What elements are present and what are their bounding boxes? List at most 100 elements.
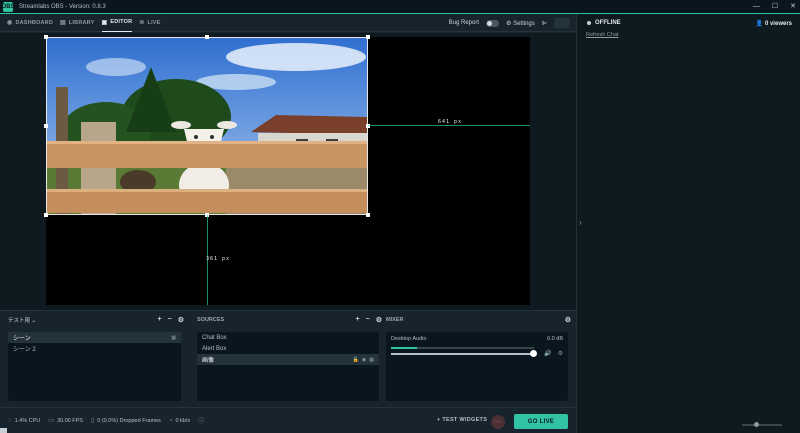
settings-button[interactable]: ⚙ Settings bbox=[506, 20, 535, 27]
stream-status-label: OFFLINE bbox=[595, 20, 621, 26]
bandwidth-stat: ◔ 0 kb/s bbox=[169, 418, 190, 424]
tab-library-label: LIBRARY bbox=[68, 19, 95, 26]
window-controls: — ☐ ✕ bbox=[753, 0, 796, 13]
layout-button[interactable] bbox=[554, 18, 570, 28]
tab-editor-label: EDITOR bbox=[110, 19, 133, 25]
chat-zoom-slider[interactable] bbox=[742, 422, 782, 427]
scene-collection-name: テスト用 bbox=[8, 318, 31, 324]
scene-item[interactable]: シーン ▦ bbox=[8, 332, 181, 343]
audio-settings-gear-icon[interactable]: ⚙ bbox=[558, 350, 563, 357]
bug-report-link[interactable]: Bug Report bbox=[449, 20, 479, 26]
volume-slider-knob[interactable] bbox=[530, 350, 537, 357]
mixer-dock: MIXER ⚙ Desktop Audio 0.0 dB 🔊 ⚙ bbox=[378, 311, 576, 408]
source-item[interactable]: Chat Box bbox=[197, 332, 379, 343]
cpu-stat: ◌ 1.4% CPU bbox=[8, 418, 40, 424]
volume-meter bbox=[391, 347, 534, 349]
scene-item[interactable]: シーン 2 bbox=[8, 343, 181, 354]
studio-mode-icon[interactable]: ⊫ bbox=[542, 20, 547, 27]
resize-handle-tc[interactable] bbox=[205, 35, 209, 39]
mixer-settings-gear-icon[interactable]: ⚙ bbox=[565, 316, 571, 324]
live-icon: ≋ bbox=[139, 20, 145, 26]
status-footer: ◌ 1.4% CPU ▭ 30.00 FPS ▯ 0 (0.0%) Dropped F… bbox=[0, 407, 576, 433]
window-title: Streamlabs OBS - Version: 0.8.3 bbox=[19, 3, 106, 10]
lock-icon[interactable]: 🔓 bbox=[353, 357, 359, 363]
resize-handle-tl[interactable] bbox=[44, 35, 48, 39]
editor-preview: 641 px 361 px bbox=[0, 33, 576, 310]
speedometer-icon: ◔ bbox=[168, 417, 173, 424]
test-widgets-button[interactable]: + TEST WIDGETS bbox=[437, 417, 487, 423]
height-guide-label: 361 px bbox=[206, 256, 231, 262]
audio-source-controls: 🔊 ⚙ bbox=[544, 350, 563, 357]
chat-zoom-knob[interactable] bbox=[754, 422, 759, 427]
corner-indicator bbox=[0, 428, 7, 433]
scene-item-label: シーン 2 bbox=[13, 347, 36, 353]
dashboard-icon: ◉ bbox=[7, 20, 13, 26]
record-button[interactable]: REC bbox=[491, 415, 505, 429]
source-item[interactable]: 画像 🔓 ◉ ▦ bbox=[197, 354, 379, 365]
resize-handle-tr[interactable] bbox=[366, 35, 370, 39]
scenes-header: テスト用 ⌄ + − ⚙ bbox=[0, 311, 189, 329]
sources-list: Chat Box Alert Box 画像 🔓 ◉ ▦ bbox=[197, 332, 379, 401]
output-canvas[interactable]: 641 px 361 px bbox=[44, 35, 530, 305]
resize-handle-ml[interactable] bbox=[44, 124, 48, 128]
remove-scene-button[interactable]: − bbox=[168, 316, 172, 324]
tab-live[interactable]: ≋ LIVE bbox=[139, 14, 160, 32]
tab-library[interactable]: ▤ LIBRARY bbox=[60, 14, 95, 32]
minimize-button[interactable]: — bbox=[753, 0, 760, 13]
source-item-label: Alert Box bbox=[202, 345, 227, 352]
viewer-count: 👤 0 viewers bbox=[756, 20, 792, 27]
speaker-icon[interactable]: 🔊 bbox=[544, 350, 551, 357]
collapse-chat-chevron-icon[interactable]: › bbox=[579, 218, 582, 227]
fps-icon: ▭ bbox=[48, 418, 54, 424]
resize-handle-br[interactable] bbox=[366, 213, 370, 217]
mixer-header: MIXER ⚙ bbox=[378, 311, 576, 329]
frames-icon: ▯ bbox=[90, 418, 95, 424]
scenes-list: シーン ▦ シーン 2 bbox=[8, 332, 181, 401]
settings-label: Settings bbox=[513, 20, 535, 27]
scene-settings-gear-icon[interactable]: ⚙ bbox=[178, 316, 184, 324]
top-nav: ◉ DASHBOARD ▤ LIBRARY ▣ EDITOR ≋ LIVE Bu… bbox=[0, 14, 576, 32]
add-source-button[interactable]: + bbox=[356, 316, 360, 324]
viewer-count-label: 0 viewers bbox=[764, 20, 792, 27]
editor-icon: ▣ bbox=[101, 19, 108, 26]
sources-header: SOURCES + − ⚙ bbox=[189, 311, 387, 329]
remove-source-button[interactable]: − bbox=[366, 316, 370, 324]
scene-item-label: シーン bbox=[13, 336, 31, 342]
tab-dashboard[interactable]: ◉ DASHBOARD bbox=[7, 14, 53, 32]
cpu-value: 1.4% CPU bbox=[14, 417, 41, 424]
resize-handle-bl[interactable] bbox=[44, 213, 48, 217]
selection-box[interactable] bbox=[46, 37, 368, 215]
dropped-frames-value: 0 (0.0%) Dropped Frames bbox=[97, 417, 161, 424]
status-dot-icon bbox=[587, 21, 591, 25]
source-item-label: 画像 bbox=[202, 358, 215, 364]
volume-meter-level bbox=[391, 347, 417, 349]
width-guide-label: 641 px bbox=[438, 119, 463, 125]
eye-icon[interactable]: ◉ bbox=[362, 357, 366, 363]
tab-dashboard-label: DASHBOARD bbox=[15, 19, 53, 26]
scenes-dock: テスト用 ⌄ + − ⚙ シーン ▦ シーン 2 bbox=[0, 311, 189, 408]
go-live-button[interactable]: GO LIVE bbox=[514, 414, 568, 429]
bottom-docks: テスト用 ⌄ + − ⚙ シーン ▦ シーン 2 SOURCES + − ⚙ C… bbox=[0, 310, 576, 407]
sources-dock: SOURCES + − ⚙ Chat Box Alert Box 画像 🔓 ◉ … bbox=[189, 311, 387, 408]
night-mode-toggle[interactable] bbox=[486, 19, 500, 27]
maximize-button[interactable]: ☐ bbox=[772, 0, 778, 13]
tab-live-label: LIVE bbox=[147, 19, 161, 26]
chevron-down-icon: ⌄ bbox=[31, 318, 37, 324]
drag-handle-icon[interactable]: ▦ bbox=[369, 357, 374, 363]
cpu-icon: ◌ bbox=[8, 417, 12, 424]
close-button[interactable]: ✕ bbox=[790, 0, 796, 13]
mixer-title: MIXER bbox=[386, 317, 404, 323]
refresh-chat-link[interactable]: Refresh Chat bbox=[586, 32, 800, 38]
scene-transition-icon[interactable]: ▦ bbox=[171, 335, 176, 341]
width-guide-line bbox=[368, 125, 530, 126]
source-item[interactable]: Alert Box bbox=[197, 343, 379, 354]
source-item-label: Chat Box bbox=[202, 334, 227, 341]
volume-slider[interactable] bbox=[391, 350, 537, 357]
library-icon: ▤ bbox=[60, 20, 66, 26]
sources-title: SOURCES bbox=[197, 317, 225, 323]
add-scene-button[interactable]: + bbox=[158, 316, 162, 324]
info-icon[interactable]: ⓘ bbox=[198, 416, 204, 425]
tab-editor[interactable]: ▣ EDITOR bbox=[101, 14, 133, 32]
scene-collection-selector[interactable]: テスト用 ⌄ bbox=[8, 316, 36, 324]
chat-header: OFFLINE 👤 0 viewers bbox=[577, 14, 800, 32]
